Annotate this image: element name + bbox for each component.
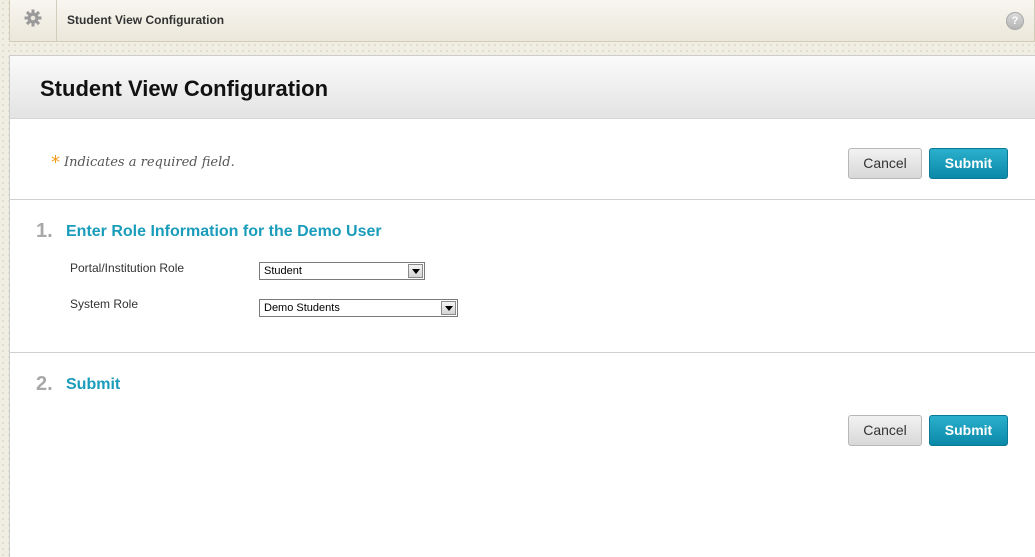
step-2-title: Submit xyxy=(66,376,121,393)
submit-button-top[interactable]: Submit xyxy=(929,148,1008,179)
required-field-note: * Indicates a required field. xyxy=(51,152,235,173)
step-1-title: Enter Role Information for the Demo User xyxy=(66,223,382,240)
submit-button-bottom[interactable]: Submit xyxy=(929,415,1008,446)
chevron-down-icon[interactable] xyxy=(441,301,456,315)
gear-icon[interactable] xyxy=(24,9,42,32)
help-icon[interactable]: ? xyxy=(1006,12,1024,30)
system-role-label: System Role xyxy=(70,297,139,311)
content-panel: Student View Configuration * Indicates a … xyxy=(9,55,1035,557)
step-2-number: 2. xyxy=(36,373,53,395)
portal-role-value: Student xyxy=(264,265,302,277)
section-divider xyxy=(10,352,1035,353)
settings-cell[interactable] xyxy=(10,0,57,41)
breadcrumb-bar: Student View Configuration ? xyxy=(9,0,1035,42)
required-star-icon: * xyxy=(51,152,60,173)
system-role-select[interactable]: Demo Students xyxy=(259,299,458,317)
cancel-button-top[interactable]: Cancel xyxy=(848,148,922,179)
system-role-value: Demo Students xyxy=(264,302,340,314)
cancel-button-bottom[interactable]: Cancel xyxy=(848,415,922,446)
breadcrumb-title: Student View Configuration xyxy=(67,13,225,27)
chevron-down-icon[interactable] xyxy=(408,264,423,278)
portal-role-select[interactable]: Student xyxy=(259,262,425,280)
portal-role-label: Portal/Institution Role xyxy=(70,261,185,275)
section-divider xyxy=(10,199,1035,200)
step-1-number: 1. xyxy=(36,220,53,242)
required-note-text: Indicates a required field. xyxy=(64,155,235,170)
page-title: Student View Configuration xyxy=(40,76,329,101)
page-header: Student View Configuration xyxy=(10,56,1035,119)
